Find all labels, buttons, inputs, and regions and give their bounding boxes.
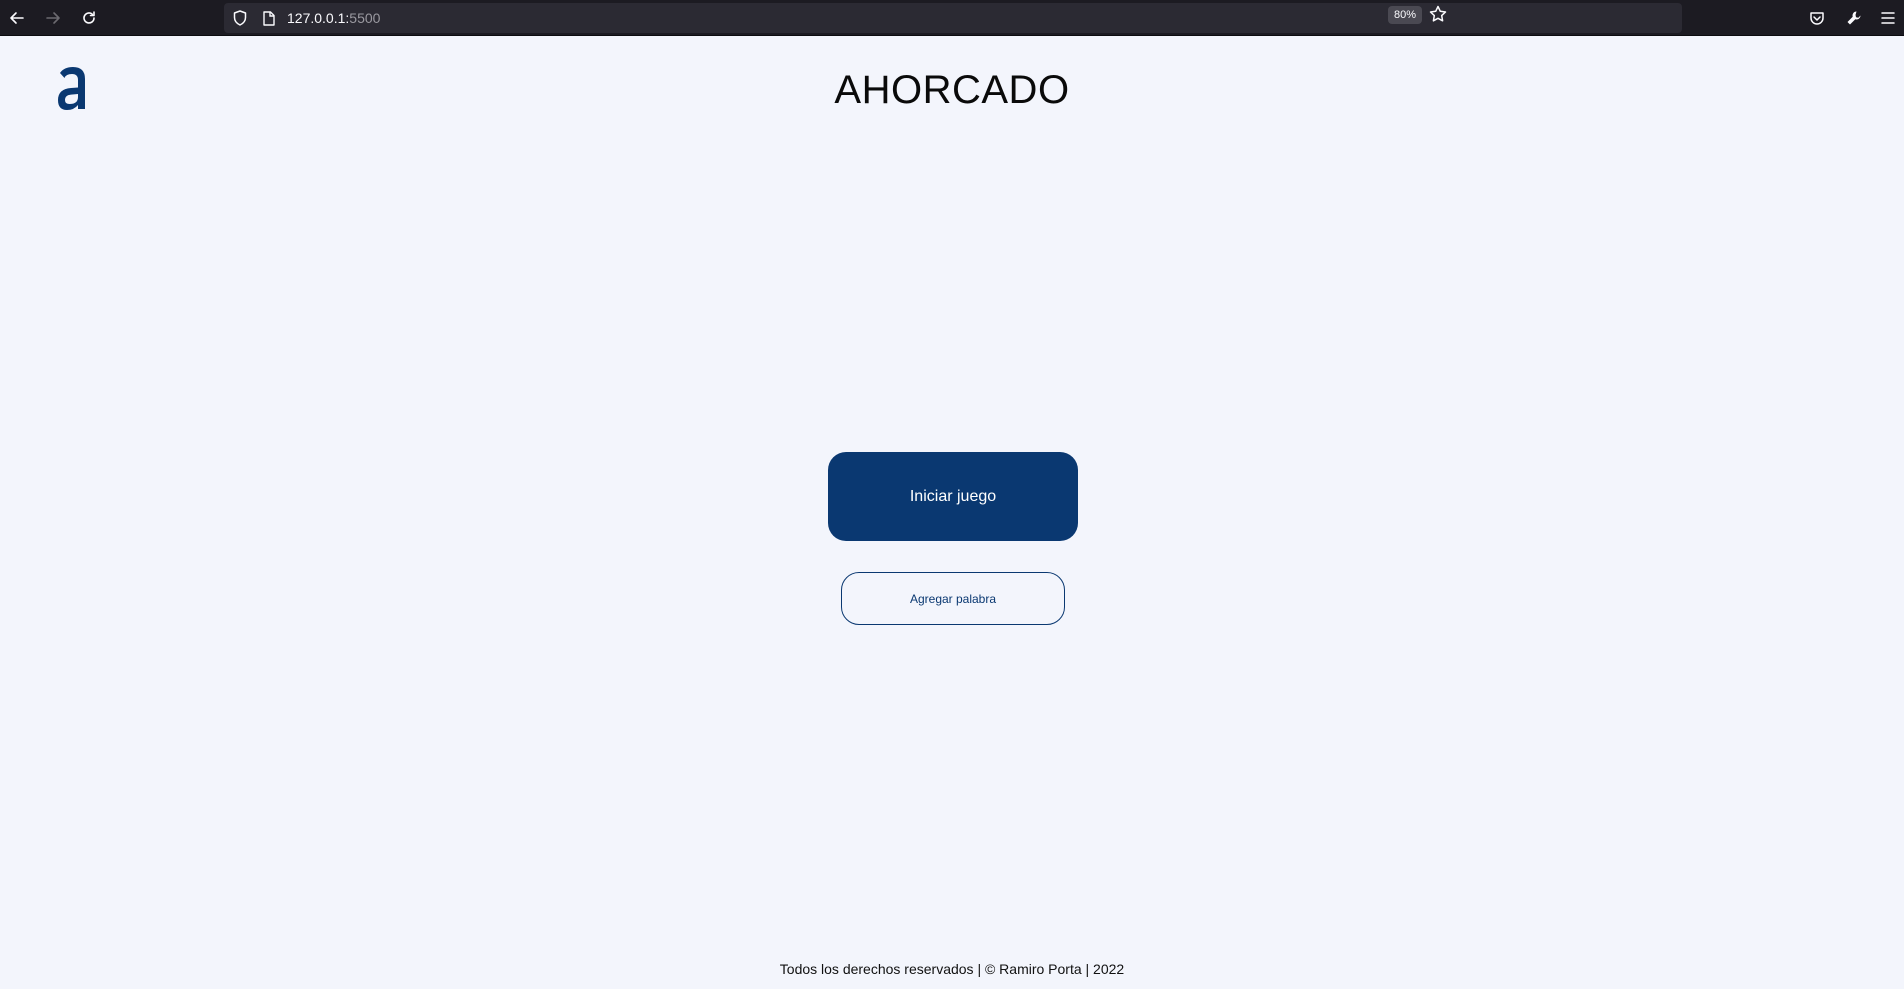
- page-icon[interactable]: [261, 10, 277, 26]
- add-word-button[interactable]: Agregar palabra: [841, 572, 1065, 625]
- hamburger-menu-icon[interactable]: [1877, 7, 1899, 29]
- footer-text: Todos los derechos reservados | © Ramiro…: [779, 961, 1125, 977]
- reload-icon[interactable]: [76, 5, 102, 31]
- url-bar[interactable]: 127.0.0.1:5500: [224, 3, 1682, 33]
- wrench-icon[interactable]: [1843, 7, 1865, 29]
- back-arrow-icon[interactable]: [4, 5, 30, 31]
- shield-icon[interactable]: [232, 10, 248, 26]
- start-game-button[interactable]: Iniciar juego: [828, 452, 1078, 541]
- url-text[interactable]: 127.0.0.1:5500: [287, 10, 380, 26]
- star-icon[interactable]: [1428, 5, 1448, 25]
- pocket-icon[interactable]: [1806, 7, 1828, 29]
- forward-arrow-icon[interactable]: [40, 5, 66, 31]
- zoom-level-badge[interactable]: 80%: [1388, 6, 1423, 24]
- browser-toolbar: 127.0.0.1:5500 80%: [0, 0, 1904, 36]
- page-title: AHORCADO: [834, 68, 1070, 112]
